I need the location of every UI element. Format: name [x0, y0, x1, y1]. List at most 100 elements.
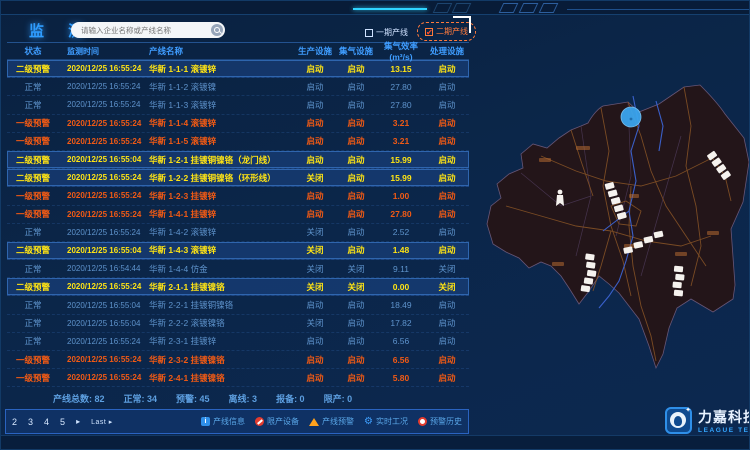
- summary-item: 预警: 45: [176, 392, 210, 405]
- phase1-label: 一期产线: [376, 27, 408, 38]
- table-cell: 15.99: [377, 173, 425, 183]
- table-cell: 启动: [295, 99, 335, 111]
- table-cell: 启动: [425, 117, 469, 129]
- legend-label: 产线预警: [322, 416, 354, 427]
- summary-item: 限产: 0: [324, 392, 353, 405]
- column-header[interactable]: 集气设施: [335, 45, 377, 57]
- district-map[interactable]: [481, 56, 750, 396]
- table-row[interactable]: 正常2020/12/25 16:55:04华新 2-2-1 挂镀铜镍铬启动启动1…: [7, 296, 469, 314]
- column-header[interactable]: 集气效率(m³/s): [377, 40, 425, 62]
- table-row[interactable]: 一级预警2020/12/25 16:55:24华新 1-1-5 滚镀锌启动启动3…: [7, 133, 469, 151]
- column-header[interactable]: 产线名称: [143, 45, 295, 57]
- table-row[interactable]: 正常2020/12/25 16:55:04华新 2-2-2 滚镀镍铬关闭启动17…: [7, 315, 469, 333]
- table-cell: 启动: [335, 172, 377, 184]
- table-cell: 2020/12/25 16:54:44: [59, 264, 143, 273]
- next-page-icon[interactable]: ▸: [76, 417, 80, 426]
- column-header[interactable]: 监测时间: [59, 46, 143, 57]
- table-row[interactable]: 一级预警2020/12/25 16:55:24华新 2-3-2 挂镀镍铬启动启动…: [7, 351, 469, 369]
- window-decor-icon: [433, 3, 453, 13]
- table-cell: 华新 2-3-1 挂镀锌: [143, 335, 295, 347]
- table-cell: 1.48: [377, 245, 425, 255]
- table-cell: 华新 1-2-1 挂镀铜镍铬（龙门线）: [143, 154, 295, 166]
- table-cell: 17.82: [377, 318, 425, 328]
- table-row[interactable]: 一级预警2020/12/25 16:55:24华新 2-4-1 挂镀镍铬启动启动…: [7, 369, 469, 387]
- search-bar[interactable]: [71, 22, 225, 38]
- table-cell: 13.15: [377, 64, 425, 74]
- table-cell: 启动: [295, 63, 335, 75]
- table-cell: 正常: [7, 99, 59, 111]
- table-row[interactable]: 正常2020/12/25 16:54:44华新 1-4-4 仿金关闭关闭9.11…: [7, 260, 469, 278]
- table-cell: 2020/12/25 16:55:04: [59, 246, 143, 255]
- legend-label: 预警历史: [430, 416, 462, 427]
- table-cell: 华新 2-3-2 挂镀镍铬: [143, 354, 295, 366]
- table-row[interactable]: 正常2020/12/25 16:55:24华新 1-1-2 滚镀镍启动启动27.…: [7, 78, 469, 96]
- table-cell: 2020/12/25 16:55:24: [59, 82, 143, 91]
- table-row[interactable]: 二级预警2020/12/25 16:55:04华新 1-2-1 挂镀铜镍铬（龙门…: [7, 151, 469, 169]
- page-button[interactable]: 5: [60, 417, 65, 427]
- monitoring-table: 状态监测时间产线名称生产设施集气设施集气效率(m³/s)处理设施 二级预警202…: [7, 42, 469, 387]
- table-row[interactable]: 二级预警2020/12/25 16:55:24华新 1-1-1 滚镀锌启动启动1…: [7, 60, 469, 78]
- summary-item: 产线总数: 82: [53, 392, 105, 405]
- table-cell: 华新 1-1-5 滚镀锌: [143, 135, 295, 147]
- pagination: 2 3 4 5 ▸ Last ▸: [12, 417, 113, 427]
- table-cell: 启动: [295, 154, 335, 166]
- legend-label: 限产设备: [267, 416, 299, 427]
- table-cell: 启动: [335, 63, 377, 75]
- table-cell: 华新 1-4-2 滚镀锌: [143, 226, 295, 238]
- window-decor-icon: [519, 3, 539, 13]
- table-cell: 正常: [7, 299, 59, 311]
- table-cell: 关闭: [295, 263, 335, 275]
- table-cell: 启动: [425, 99, 469, 111]
- last-page-button[interactable]: Last ▸: [91, 418, 113, 426]
- search-icon[interactable]: [211, 24, 223, 36]
- checkbox-icon: [365, 29, 373, 37]
- table-row[interactable]: 二级预警2020/12/25 16:55:24华新 1-2-2 挂镀铜镍铬（环形…: [7, 169, 469, 187]
- table-cell: 启动: [295, 354, 335, 366]
- table-row[interactable]: 二级预警2020/12/25 16:55:04华新 1-4-3 滚镀锌关闭启动1…: [7, 242, 469, 260]
- table-row[interactable]: 正常2020/12/25 16:55:24华新 2-3-1 挂镀锌启动启动6.5…: [7, 333, 469, 351]
- phase1-checkbox[interactable]: 一期产线: [365, 27, 408, 38]
- column-header[interactable]: 状态: [7, 45, 59, 57]
- column-header[interactable]: 处理设施: [425, 45, 469, 57]
- logo-text-en: LEAGUE TE: [698, 427, 750, 434]
- table-row[interactable]: 正常2020/12/25 16:55:24华新 1-1-3 滚镀锌启动启动27.…: [7, 96, 469, 114]
- legend-item[interactable]: 预警历史: [418, 416, 462, 427]
- table-row[interactable]: 一级预警2020/12/25 16:55:24华新 1-2-3 挂镀锌启动启动1…: [7, 187, 469, 205]
- column-header[interactable]: 生产设施: [295, 45, 335, 57]
- table-cell: 18.49: [377, 300, 425, 310]
- footer-strip: [1, 435, 749, 449]
- page-button[interactable]: 4: [44, 417, 49, 427]
- legend-item[interactable]: 产线预警: [309, 416, 354, 427]
- table-cell: 5.80: [377, 373, 425, 383]
- table-cell: 27.80: [377, 209, 425, 219]
- legend-item[interactable]: ⚙实时工况: [364, 416, 408, 427]
- table-row[interactable]: 正常2020/12/25 16:55:24华新 1-4-2 滚镀锌关闭启动2.5…: [7, 224, 469, 242]
- table-row[interactable]: 一级预警2020/12/25 16:55:24华新 1-1-4 滚镀锌启动启动3…: [7, 115, 469, 133]
- legend-item[interactable]: i产线信息: [201, 416, 245, 427]
- table-cell: 启动: [295, 81, 335, 93]
- window-chrome: [1, 1, 749, 15]
- table-cell: 关闭: [425, 281, 469, 293]
- corner-bracket-decor: [453, 16, 471, 33]
- table-cell: 关闭: [295, 172, 335, 184]
- page-button[interactable]: 3: [28, 417, 33, 427]
- table-cell: 启动: [425, 208, 469, 220]
- table-cell: 二级预警: [7, 172, 59, 184]
- table-cell: 一级预警: [7, 135, 59, 147]
- table-cell: 启动: [295, 190, 335, 202]
- search-input[interactable]: [79, 25, 211, 36]
- table-cell: 2020/12/25 16:55:24: [59, 337, 143, 346]
- table-cell: 启动: [425, 63, 469, 75]
- table-cell: 启动: [425, 299, 469, 311]
- table-cell: 启动: [335, 99, 377, 111]
- table-cell: 启动: [335, 117, 377, 129]
- table-cell: 华新 1-2-3 挂镀锌: [143, 190, 295, 202]
- triangle-icon: [309, 418, 319, 426]
- table-row[interactable]: 一级预警2020/12/25 16:55:24华新 1-4-1 挂镀锌启动启动2…: [7, 206, 469, 224]
- page-button[interactable]: 2: [12, 417, 17, 427]
- table-cell: 启动: [335, 299, 377, 311]
- alert-circle-marker[interactable]: [621, 107, 641, 127]
- table-row[interactable]: 二级预警2020/12/25 16:55:24华新 2-1-1 挂镀镍铬关闭关闭…: [7, 278, 469, 296]
- table-cell: 2020/12/25 16:55:24: [59, 100, 143, 109]
- legend-item[interactable]: 限产设备: [255, 416, 299, 427]
